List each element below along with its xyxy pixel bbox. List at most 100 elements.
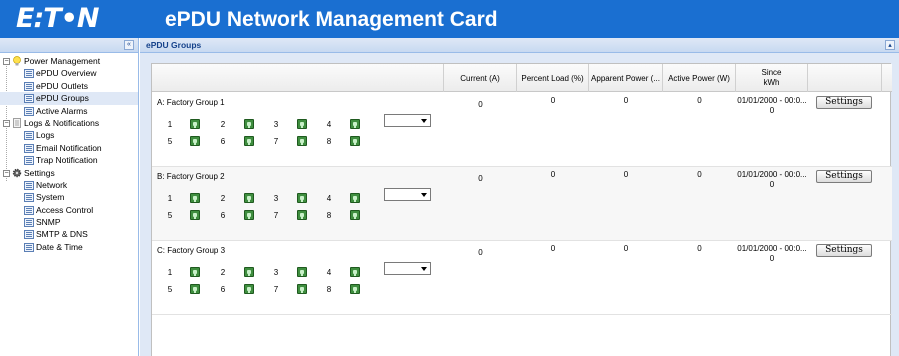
since-date: 01/01/2000 - 00:0...	[737, 96, 807, 105]
tree-group-power-management[interactable]: − Power Management	[0, 55, 138, 67]
outlet-number: 1	[167, 120, 173, 129]
lightbulb-icon	[13, 56, 21, 66]
since-kwh-value: 01/01/2000 - 00:0... 0	[736, 96, 808, 116]
sidebar-item-smtp-dns[interactable]: SMTP & DNS	[0, 228, 138, 240]
outlet-on-icon[interactable]	[297, 119, 307, 129]
tree-group-label: Power Management	[24, 56, 101, 66]
main-panel: ePDU Groups ▴ Current (A) Percent Load (…	[140, 38, 899, 356]
percent-load-value: 0	[550, 170, 556, 179]
tree-group-settings[interactable]: − Settings	[0, 167, 138, 179]
sidebar-item-epdu-overview[interactable]: ePDU Overview	[0, 67, 138, 79]
collapse-toggle-icon[interactable]: −	[3, 58, 10, 65]
column-header-apparent-power[interactable]: Apparent Power (...	[589, 64, 663, 92]
sidebar-collapse-button[interactable]: «	[124, 40, 134, 50]
outlet-action-select[interactable]	[384, 262, 431, 275]
outlet-on-icon[interactable]	[244, 210, 254, 220]
outlet-number: 2	[220, 120, 226, 129]
sidebar-item-access-control[interactable]: Access Control	[0, 204, 138, 216]
column-header-current[interactable]: Current (A)	[444, 64, 517, 92]
sidebar-item-email-notification[interactable]: Email Notification	[0, 142, 138, 154]
collapse-toggle-icon[interactable]: −	[3, 169, 10, 177]
current-value: 0	[478, 248, 483, 257]
sidebar-item-epdu-outlets[interactable]: ePDU Outlets	[0, 80, 138, 92]
sidebar-item-snmp[interactable]: SNMP	[0, 216, 138, 228]
sidebar-item-date-time[interactable]: Date & Time	[0, 241, 138, 253]
percent-load-value: 0	[550, 96, 556, 105]
eaton-logo: E:T•N	[16, 3, 100, 34]
group-name: C: Factory Group 3	[157, 246, 226, 255]
outlet-on-icon[interactable]	[190, 119, 200, 129]
tree-group-logs-notifications[interactable]: − Logs & Notifications	[0, 117, 138, 129]
panel-collapse-button[interactable]: ▴	[885, 40, 895, 50]
sidebar-item-epdu-groups[interactable]: ePDU Groups	[0, 92, 138, 105]
column-header-active-power[interactable]: Active Power (W)	[663, 64, 736, 92]
outlet-action-select[interactable]	[384, 114, 431, 127]
collapse-toggle-icon[interactable]: −	[3, 119, 10, 127]
grid-header: Current (A) Percent Load (%) Apparent Po…	[152, 64, 892, 92]
outlet-on-icon[interactable]	[244, 284, 254, 294]
table-row: A: Factory Group 1 1 2 3 4 5 6 7 8 0 0 0 0 01/01/2000…	[152, 93, 892, 167]
outlet-on-icon[interactable]	[350, 210, 360, 220]
outlet-number: 2	[220, 194, 226, 203]
page-icon	[24, 230, 34, 240]
column-header-since-line2: kWh	[763, 78, 780, 87]
sidebar-item-label: ePDU Outlets	[36, 80, 88, 91]
sidebar-item-label: System	[36, 192, 65, 203]
outlet-number: 3	[273, 120, 279, 129]
outlet-on-icon[interactable]	[190, 193, 200, 203]
column-header-since-kwh[interactable]: Since kWh	[736, 64, 808, 92]
outlet-number: 8	[326, 137, 332, 146]
sidebar-item-network[interactable]: Network	[0, 179, 138, 191]
outlet-on-icon[interactable]	[297, 210, 307, 220]
outlet-on-icon[interactable]	[190, 136, 200, 146]
outlet-number: 6	[220, 137, 226, 146]
sidebar-item-label: Date & Time	[36, 241, 83, 252]
sidebar-item-active-alarms[interactable]: Active Alarms	[0, 105, 138, 117]
outlet-number: 3	[273, 194, 279, 203]
document-icon	[13, 118, 21, 128]
outlet-on-icon[interactable]	[297, 136, 307, 146]
page-icon	[24, 242, 34, 252]
settings-button[interactable]: Settings	[816, 244, 872, 257]
outlet-on-icon[interactable]	[350, 193, 360, 203]
outlet-on-icon[interactable]	[244, 136, 254, 146]
outlet-action-select[interactable]	[384, 188, 431, 201]
column-header-percent-load[interactable]: Percent Load (%)	[517, 64, 589, 92]
outlet-on-icon[interactable]	[244, 119, 254, 129]
sidebar-item-logs[interactable]: Logs	[0, 129, 138, 141]
outlet-on-icon[interactable]	[297, 267, 307, 277]
groups-grid: Current (A) Percent Load (%) Apparent Po…	[151, 63, 892, 356]
outlet-number: 4	[326, 194, 332, 203]
column-header-group	[152, 64, 444, 92]
outlet-on-icon[interactable]	[297, 193, 307, 203]
since-kwh: 0	[769, 106, 775, 115]
outlet-on-icon[interactable]	[350, 119, 360, 129]
outlet-number: 2	[220, 268, 226, 277]
page-icon	[24, 94, 34, 104]
settings-button[interactable]: Settings	[816, 96, 872, 109]
outlet-number: 7	[273, 211, 279, 220]
outlet-on-icon[interactable]	[297, 284, 307, 294]
page-icon	[24, 193, 34, 203]
dropdown-arrow-icon	[421, 267, 427, 271]
outlet-on-icon[interactable]	[350, 284, 360, 294]
outlet-on-icon[interactable]	[350, 136, 360, 146]
outlet-number: 1	[167, 268, 173, 277]
outlet-on-icon[interactable]	[190, 267, 200, 277]
outlet-on-icon[interactable]	[244, 193, 254, 203]
group-name: B: Factory Group 2	[157, 172, 225, 181]
outlet-on-icon[interactable]	[244, 267, 254, 277]
outlet-number: 5	[167, 285, 173, 294]
outlet-on-icon[interactable]	[190, 210, 200, 220]
settings-button[interactable]: Settings	[816, 170, 872, 183]
outlet-on-icon[interactable]	[350, 267, 360, 277]
sidebar-item-system[interactable]: System	[0, 191, 138, 203]
outlet-number: 8	[326, 211, 332, 220]
since-kwh: 0	[769, 254, 775, 263]
active-power-value: 0	[697, 170, 702, 179]
page-icon	[24, 131, 34, 141]
tree-group-label: Logs & Notifications	[24, 117, 100, 128]
sidebar-item-trap-notification[interactable]: Trap Notification	[0, 154, 138, 166]
outlet-on-icon[interactable]	[190, 284, 200, 294]
gear-icon	[12, 168, 22, 177]
